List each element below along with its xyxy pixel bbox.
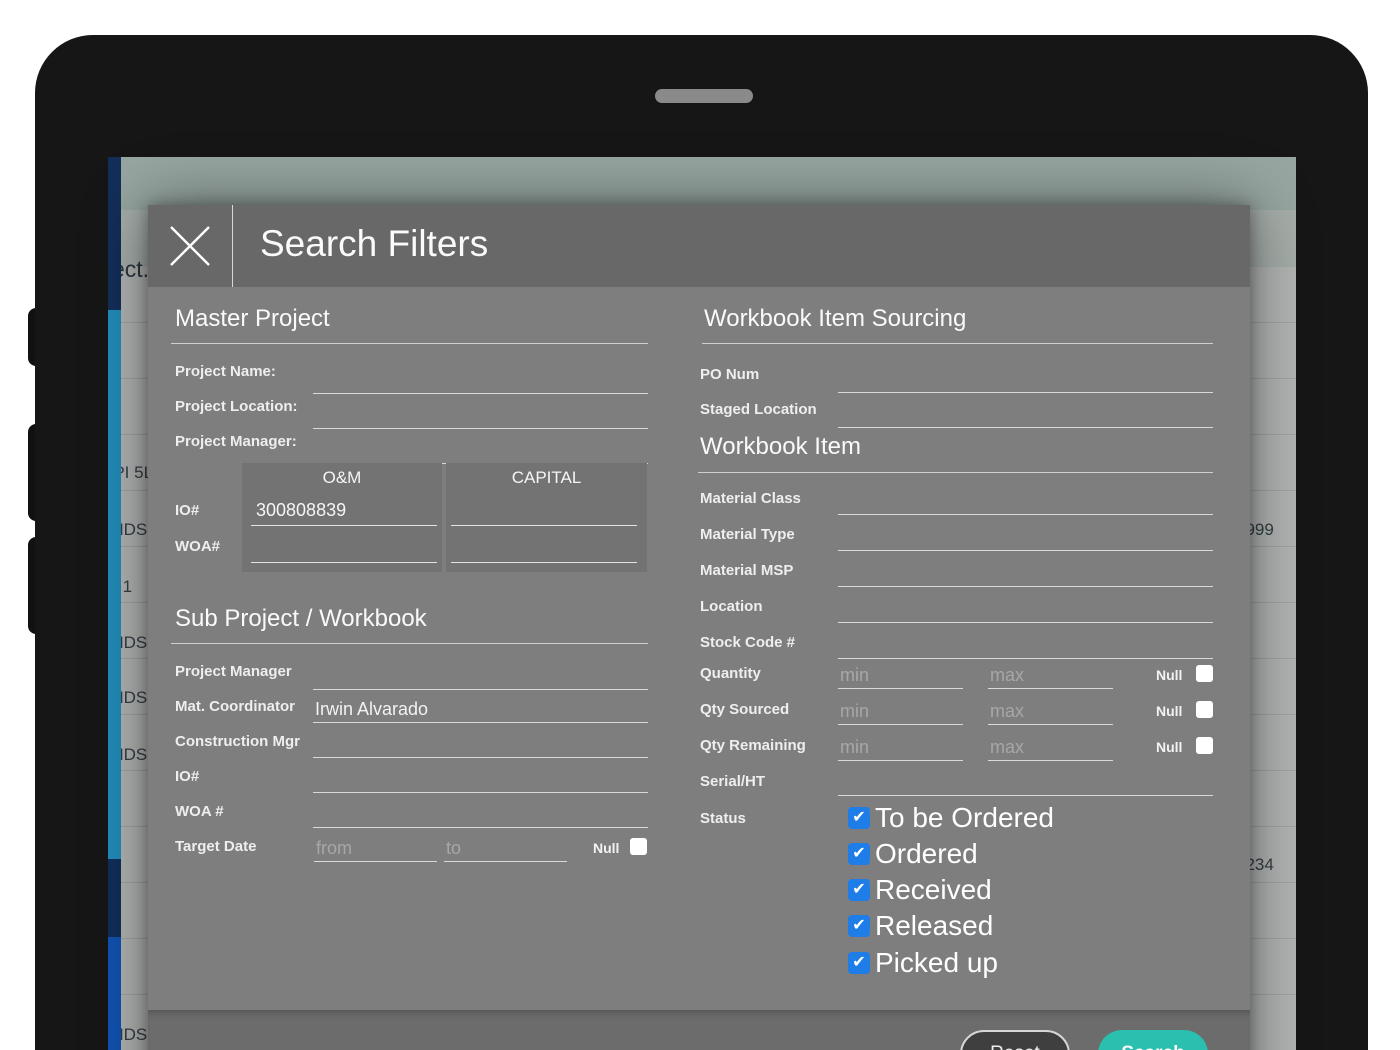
reset-button[interactable]: Reset <box>960 1030 1070 1050</box>
page: ect. API 5L ENDS 06.1 ENDS ENDS ENDS .1 … <box>0 0 1400 1050</box>
section-rule <box>702 343 1213 344</box>
status-checkbox-picked-up[interactable]: ✔ <box>848 952 870 974</box>
construction-mgr-input[interactable] <box>313 731 648 758</box>
capital-column-header: CAPITAL <box>446 468 647 488</box>
stock-code-input[interactable] <box>838 632 1213 659</box>
qty-sourced-null-label: Null <box>1156 703 1182 719</box>
project-name-input[interactable] <box>313 367 648 394</box>
target-date-to-input[interactable] <box>444 835 567 862</box>
io-om-underline <box>251 525 437 526</box>
sub-io-number-label: IO# <box>175 768 199 785</box>
master-project-heading: Master Project <box>175 305 330 333</box>
material-msp-label: Material MSP <box>700 562 793 579</box>
status-option-label: To be Ordered <box>875 802 1054 834</box>
sub-io-number-input[interactable] <box>313 766 648 793</box>
om-column-header: O&M <box>242 468 442 488</box>
woa-number-label: WOA# <box>175 538 220 555</box>
quantity-min-input[interactable] <box>838 662 963 689</box>
staged-location-input[interactable] <box>838 401 1213 428</box>
qty-sourced-min-input[interactable] <box>838 698 963 725</box>
status-option-label: Picked up <box>875 947 998 979</box>
modal-footer: Reset Search <box>148 1010 1250 1050</box>
qty-remaining-null-checkbox[interactable] <box>1196 737 1213 754</box>
project-location-input[interactable] <box>313 402 648 429</box>
po-num-label: PO Num <box>700 366 759 383</box>
material-class-input[interactable] <box>838 488 1213 515</box>
qty-remaining-null-label: Null <box>1156 739 1182 755</box>
material-type-label: Material Type <box>700 526 795 543</box>
close-button[interactable] <box>148 205 232 287</box>
modal-header: Search Filters <box>148 205 1250 287</box>
qty-sourced-max-input[interactable] <box>988 698 1113 725</box>
status-checkbox-released[interactable]: ✔ <box>848 915 870 937</box>
quantity-null-label: Null <box>1156 667 1182 683</box>
qty-remaining-min-input[interactable] <box>838 734 963 761</box>
construction-mgr-label: Construction Mgr <box>175 733 300 750</box>
mat-coordinator-label: Mat. Coordinator <box>175 698 295 715</box>
search-button[interactable]: Search <box>1098 1030 1208 1050</box>
search-filters-modal: Search Filters Master Project Project Na… <box>148 205 1250 1050</box>
io-om-value[interactable]: 300808839 <box>256 500 346 521</box>
stock-code-label: Stock Code # <box>700 634 795 651</box>
qty-remaining-label: Qty Remaining <box>700 737 806 754</box>
checkmark-icon: ✔ <box>852 917 865 934</box>
woa-capital-underline <box>451 562 637 563</box>
location-input[interactable] <box>838 596 1213 623</box>
material-class-label: Material Class <box>700 490 801 507</box>
quantity-label: Quantity <box>700 665 761 682</box>
staged-location-label: Staged Location <box>700 401 817 418</box>
checkmark-icon: ✔ <box>852 881 865 898</box>
woa-om-underline <box>251 562 437 563</box>
checkmark-icon: ✔ <box>852 845 865 862</box>
material-msp-input[interactable] <box>838 560 1213 587</box>
status-checkbox-ordered[interactable]: ✔ <box>848 843 870 865</box>
io-capital-underline <box>451 525 637 526</box>
serial-ht-input[interactable] <box>838 769 1213 796</box>
quantity-null-checkbox[interactable] <box>1196 665 1213 682</box>
qty-remaining-max-input[interactable] <box>988 734 1113 761</box>
po-num-input[interactable] <box>838 366 1213 393</box>
status-option-label: Ordered <box>875 838 978 870</box>
workbook-item-heading: Workbook Item <box>700 433 861 461</box>
project-manager-input[interactable] <box>313 437 648 464</box>
project-name-label: Project Name: <box>175 363 276 380</box>
io-number-label: IO# <box>175 502 199 519</box>
target-date-null-label: Null <box>593 840 619 856</box>
status-label: Status <box>700 810 746 827</box>
serial-ht-label: Serial/HT <box>700 773 765 790</box>
checkmark-icon: ✔ <box>852 954 865 971</box>
material-type-input[interactable] <box>838 524 1213 551</box>
sub-woa-number-label: WOA # <box>175 803 224 820</box>
sourcing-heading: Workbook Item Sourcing <box>704 305 966 333</box>
section-rule <box>698 472 1213 473</box>
qty-sourced-null-checkbox[interactable] <box>1196 701 1213 718</box>
status-option-label: Released <box>875 910 993 942</box>
project-manager-label: Project Manager: <box>175 433 297 450</box>
status-option-label: Received <box>875 874 992 906</box>
target-date-from-input[interactable] <box>314 835 437 862</box>
qty-sourced-label: Qty Sourced <box>700 701 789 718</box>
sub-project-manager-input[interactable] <box>313 663 648 690</box>
mat-coordinator-input[interactable] <box>313 696 648 723</box>
status-checkbox-received[interactable]: ✔ <box>848 879 870 901</box>
modal-title: Search Filters <box>260 223 488 265</box>
tablet-speaker-bar <box>655 89 753 103</box>
target-date-label: Target Date <box>175 838 256 855</box>
checkmark-icon: ✔ <box>852 809 865 826</box>
project-location-label: Project Location: <box>175 398 298 415</box>
status-checkbox-to-be-ordered[interactable]: ✔ <box>848 807 870 829</box>
location-label: Location <box>700 598 763 615</box>
sub-project-heading: Sub Project / Workbook <box>175 605 427 633</box>
sub-woa-number-input[interactable] <box>313 801 648 828</box>
sub-project-manager-label: Project Manager <box>175 663 292 680</box>
header-divider <box>232 205 233 287</box>
section-rule <box>171 343 648 344</box>
quantity-max-input[interactable] <box>988 662 1113 689</box>
section-rule <box>171 643 648 644</box>
close-icon <box>167 223 213 269</box>
target-date-null-checkbox[interactable] <box>630 838 647 855</box>
